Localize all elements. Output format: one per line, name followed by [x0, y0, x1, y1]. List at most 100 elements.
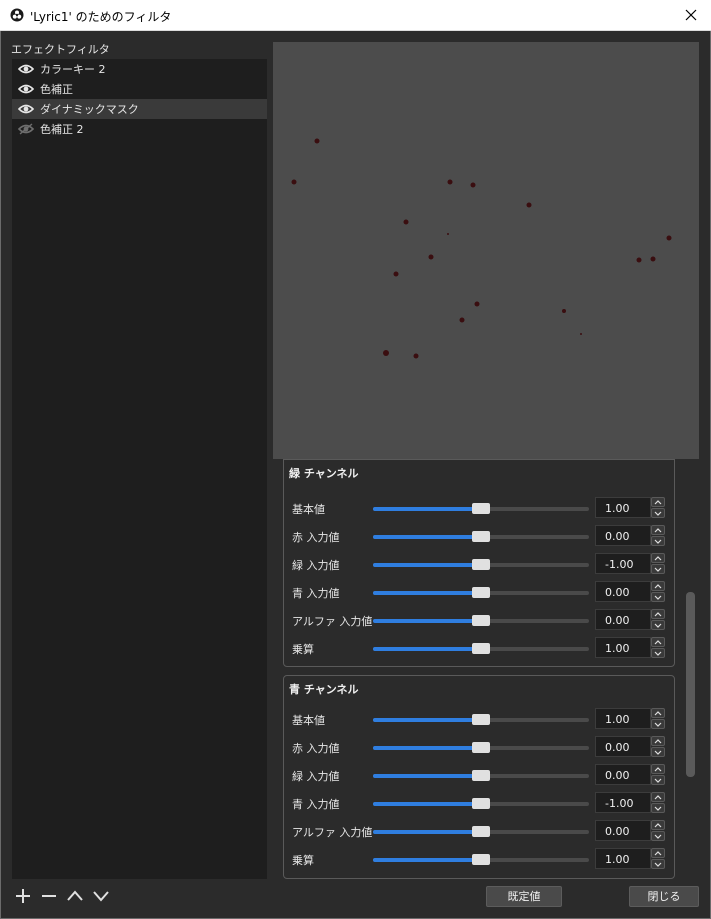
spinbox-value[interactable]: 1.00 — [605, 502, 630, 515]
value-spinbox[interactable]: 1.00 — [595, 708, 651, 729]
property-slider[interactable] — [373, 503, 589, 514]
slider-handle[interactable] — [472, 503, 490, 514]
value-spinbox[interactable]: 0.00 — [595, 609, 651, 630]
property-slider[interactable] — [373, 854, 589, 865]
spinbox-buttons — [651, 497, 665, 518]
filter-item[interactable]: ダイナミックマスク — [12, 99, 267, 119]
spinbox-value[interactable]: 0.00 — [605, 614, 630, 627]
increment-button[interactable] — [651, 637, 665, 647]
value-spinbox[interactable]: 1.00 — [595, 637, 651, 658]
slider-handle[interactable] — [472, 531, 490, 542]
slider-handle[interactable] — [472, 587, 490, 598]
preview-dot — [470, 182, 476, 188]
increment-button[interactable] — [651, 609, 665, 619]
eye-icon[interactable] — [18, 103, 34, 115]
value-spinbox[interactable]: 0.00 — [595, 820, 651, 841]
spinbox-value[interactable]: -1.00 — [605, 558, 633, 571]
eye-icon[interactable] — [18, 83, 34, 95]
value-spinbox[interactable]: 0.00 — [595, 525, 651, 546]
slider-handle[interactable] — [472, 826, 490, 837]
slider-handle[interactable] — [472, 798, 490, 809]
decrement-button[interactable] — [651, 536, 665, 546]
preview-dot — [383, 350, 389, 356]
close-button[interactable]: 閉じる — [629, 886, 699, 907]
preview-dot — [447, 233, 449, 235]
spinbox-buttons — [651, 848, 665, 869]
increment-button[interactable] — [651, 497, 665, 507]
increment-button[interactable] — [651, 736, 665, 746]
property-slider[interactable] — [373, 826, 589, 837]
decrement-button[interactable] — [651, 859, 665, 869]
slider-handle[interactable] — [472, 643, 490, 654]
property-slider[interactable] — [373, 643, 589, 654]
increment-button[interactable] — [651, 553, 665, 563]
eye-off-icon[interactable] — [18, 123, 34, 135]
decrement-button[interactable] — [651, 508, 665, 518]
group-green-channel: 緑 チャンネル 基本値 1.00 赤 入力値 0.00 緑 入力値 -1.00 … — [283, 459, 675, 667]
increment-button[interactable] — [651, 708, 665, 718]
property-slider[interactable] — [373, 615, 589, 626]
slider-fill — [373, 802, 481, 806]
decrement-button[interactable] — [651, 803, 665, 813]
filter-item[interactable]: カラーキー 2 — [12, 59, 267, 79]
decrement-button[interactable] — [651, 775, 665, 785]
slider-handle[interactable] — [472, 714, 490, 725]
decrement-button[interactable] — [651, 831, 665, 841]
slider-handle[interactable] — [472, 615, 490, 626]
increment-button[interactable] — [651, 764, 665, 774]
decrement-button[interactable] — [651, 592, 665, 602]
property-slider[interactable] — [373, 587, 589, 598]
plus-icon[interactable] — [14, 887, 32, 905]
value-spinbox[interactable]: -1.00 — [595, 792, 651, 813]
decrement-button[interactable] — [651, 648, 665, 658]
increment-button[interactable] — [651, 581, 665, 591]
slider-handle[interactable] — [472, 742, 490, 753]
property-slider[interactable] — [373, 714, 589, 725]
property-slider[interactable] — [373, 531, 589, 542]
decrement-button[interactable] — [651, 747, 665, 757]
properties-scrollbar[interactable] — [686, 592, 695, 777]
property-label: 緑 入力値 — [292, 770, 340, 783]
decrement-button[interactable] — [651, 719, 665, 729]
slider-fill — [373, 591, 481, 595]
defaults-button[interactable]: 既定値 — [486, 886, 562, 907]
property-slider[interactable] — [373, 798, 589, 809]
increment-button[interactable] — [651, 820, 665, 830]
value-spinbox[interactable]: 0.00 — [595, 764, 651, 785]
value-spinbox[interactable]: -1.00 — [595, 553, 651, 574]
spinbox-value[interactable]: 0.00 — [605, 741, 630, 754]
spinbox-value[interactable]: 0.00 — [605, 530, 630, 543]
slider-handle[interactable] — [472, 559, 490, 570]
spinbox-value[interactable]: 0.00 — [605, 769, 630, 782]
increment-button[interactable] — [651, 848, 665, 858]
spinbox-value[interactable]: 0.00 — [605, 825, 630, 838]
decrement-button[interactable] — [651, 620, 665, 630]
eye-icon[interactable] — [18, 63, 34, 75]
spinbox-value[interactable]: 1.00 — [605, 713, 630, 726]
spinbox-value[interactable]: 1.00 — [605, 642, 630, 655]
chevron-down-icon — [654, 623, 662, 628]
value-spinbox[interactable]: 1.00 — [595, 497, 651, 518]
spinbox-value[interactable]: -1.00 — [605, 797, 633, 810]
property-slider[interactable] — [373, 770, 589, 781]
decrement-button[interactable] — [651, 564, 665, 574]
value-spinbox[interactable]: 0.00 — [595, 581, 651, 602]
filter-list[interactable]: カラーキー 2 色補正 ダイナミックマスク 色補正 2 — [12, 59, 267, 879]
increment-button[interactable] — [651, 525, 665, 535]
slider-handle[interactable] — [472, 770, 490, 781]
chevron-down-icon — [654, 651, 662, 656]
filter-item[interactable]: 色補正 2 — [12, 119, 267, 139]
filter-item[interactable]: 色補正 — [12, 79, 267, 99]
window-close-button[interactable] — [671, 0, 711, 30]
chevron-up-icon[interactable] — [66, 887, 84, 905]
increment-button[interactable] — [651, 792, 665, 802]
value-spinbox[interactable]: 1.00 — [595, 848, 651, 869]
minus-icon[interactable] — [40, 887, 58, 905]
spinbox-value[interactable]: 0.00 — [605, 586, 630, 599]
slider-handle[interactable] — [472, 854, 490, 865]
property-slider[interactable] — [373, 559, 589, 570]
property-slider[interactable] — [373, 742, 589, 753]
chevron-down-icon[interactable] — [92, 887, 110, 905]
value-spinbox[interactable]: 0.00 — [595, 736, 651, 757]
spinbox-value[interactable]: 1.00 — [605, 853, 630, 866]
